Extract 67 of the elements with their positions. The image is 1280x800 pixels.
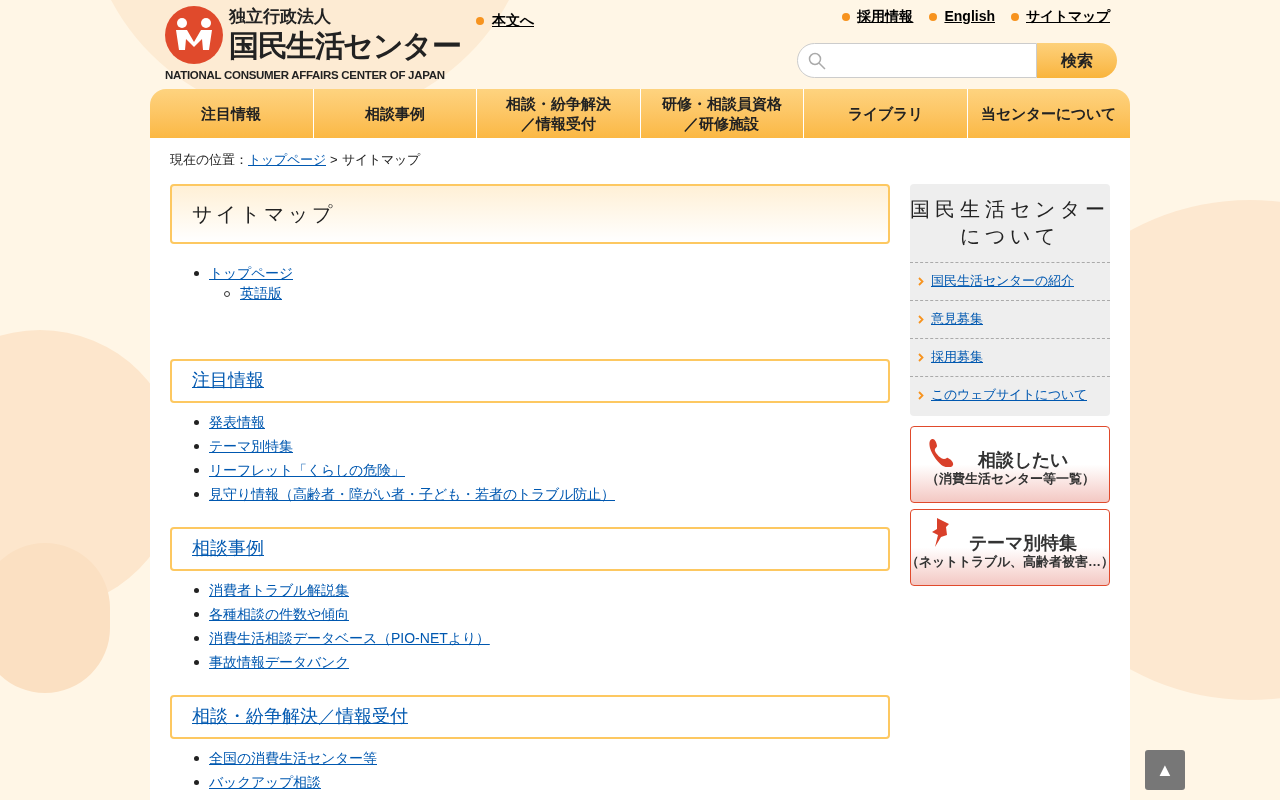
logo-subtitle: 独立行政法人: [229, 6, 332, 28]
nav-tab[interactable]: 研修・相談員資格 ／研修施設: [640, 89, 804, 138]
bullet-icon: [194, 756, 199, 761]
nav-tab[interactable]: 相談・紛争解決 ／情報受付: [477, 89, 641, 138]
bullet-icon: [929, 12, 938, 21]
banner-link[interactable]: 相談したい （消費生活センター等一覧）: [910, 425, 1110, 503]
search-field[interactable]: [797, 43, 1037, 78]
sidebar-title: 国民生活センター について: [910, 196, 1110, 249]
search-icon: [808, 51, 826, 70]
sitemap-link[interactable]: トップページ: [209, 263, 293, 284]
section-heading-link[interactable]: 注目情報: [192, 367, 264, 394]
banner-title: 相談したい: [976, 448, 1068, 472]
logo-english-name: NATIONAL CONSUMER AFFAIRS CENTER OF JAPAN: [165, 67, 446, 83]
bullet-icon: [194, 780, 199, 785]
sidebar-link[interactable]: 採用募集: [931, 347, 983, 367]
chevron-icon: [918, 352, 924, 362]
bullet-icon: [842, 12, 851, 21]
bullet-icon: [194, 492, 199, 497]
sidebar-link[interactable]: 国民生活センターの紹介: [931, 271, 1074, 291]
bullet-icon: [194, 420, 199, 425]
bullet-icon: [194, 468, 199, 473]
nav-tab[interactable]: 相談事例: [313, 89, 477, 138]
utility-link[interactable]: 採用情報: [857, 6, 914, 27]
logo-icon: [165, 6, 223, 65]
bullet-icon: [194, 612, 199, 617]
bullet-icon: [194, 660, 199, 665]
breadcrumb-label: 現在の位置：: [170, 151, 248, 169]
nav-tab[interactable]: 注目情報: [150, 89, 314, 138]
section-heading-link[interactable]: 相談事例: [192, 535, 264, 562]
sitemap-link[interactable]: バックアップ相談: [209, 772, 321, 793]
nav-tab[interactable]: ライブラリ: [804, 89, 968, 138]
sitemap-link[interactable]: リーフレット「くらしの危険」: [209, 460, 405, 481]
bullet-icon: [476, 16, 484, 25]
skip-to-content-link[interactable]: 本文へ: [492, 10, 534, 31]
bullet-icon: [194, 271, 199, 276]
nav-tab[interactable]: 当センターについて: [967, 89, 1130, 138]
logo-title: 国民生活センター: [229, 28, 460, 65]
back-to-top-button[interactable]: ▲: [1145, 750, 1185, 790]
sitemap-link[interactable]: 事故情報データバンク: [209, 652, 349, 673]
chevron-icon: [918, 276, 924, 286]
breadcrumb-link[interactable]: トップページ: [248, 150, 326, 170]
breadcrumb-current: サイトマップ: [341, 151, 420, 169]
breadcrumb-separator: >: [330, 151, 338, 169]
banner-subtitle: （消費生活センター等一覧）: [925, 471, 1095, 488]
chevron-icon: [918, 314, 924, 324]
bullet-icon: [194, 588, 199, 593]
sitemap-link[interactable]: 各種相談の件数や傾向: [209, 604, 349, 625]
utility-link[interactable]: English: [944, 6, 995, 27]
section-heading-link[interactable]: 相談・紛争解決／情報受付: [192, 703, 408, 730]
bullet-icon: [1011, 12, 1019, 21]
banner-title: テーマ別特集: [968, 531, 1077, 554]
sidebar-link[interactable]: 意見募集: [931, 309, 983, 329]
banner-link[interactable]: テーマ別特集 （ネットトラブル、高齢者被害…）: [910, 508, 1110, 586]
sitemap-link[interactable]: テーマ別特集: [209, 436, 293, 457]
sitemap-link[interactable]: 全国の消費生活センター等: [209, 748, 377, 769]
search-button[interactable]: 検索: [1037, 43, 1117, 78]
bullet-icon: [194, 636, 199, 641]
chevron-icon: [918, 390, 924, 400]
sitemap-link[interactable]: 発表情報: [209, 412, 265, 433]
utility-link[interactable]: サイトマップ: [1026, 6, 1110, 27]
sidebar-link[interactable]: このウェブサイトについて: [931, 385, 1087, 405]
sitemap-link[interactable]: 消費者トラブル解説集: [209, 580, 349, 601]
sitemap-link[interactable]: 見守り情報（高齢者・障がい者・子ども・若者のトラブル防止）: [209, 484, 615, 505]
page-title: サイトマップ: [170, 183, 890, 244]
sitemap-link[interactable]: 英語版: [240, 283, 282, 304]
sitemap-link[interactable]: 消費生活相談データベース（PIO-NETより）: [209, 628, 490, 649]
bullet-icon: [194, 444, 199, 449]
